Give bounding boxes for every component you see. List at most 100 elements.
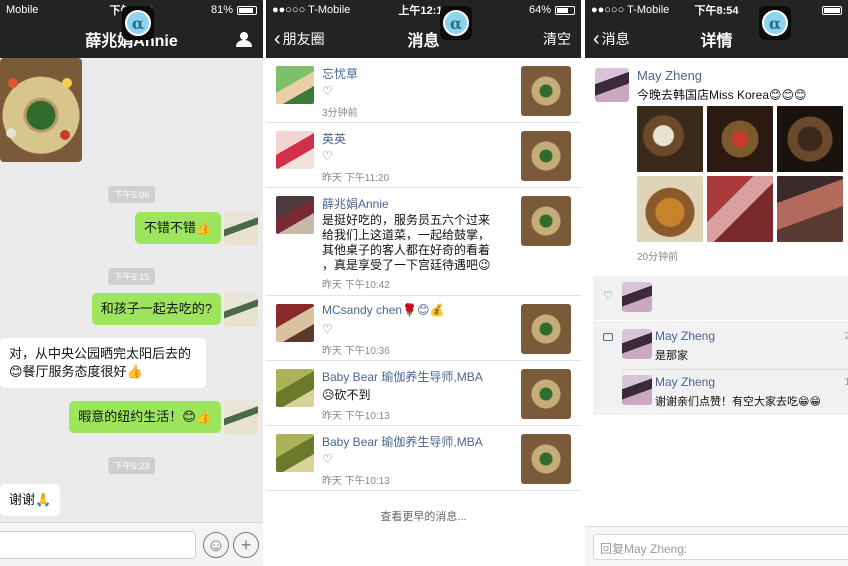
sender-name: Baby Bear 瑜伽养生导师,MBA xyxy=(322,435,483,449)
sender-name: Baby Bear 瑜伽养生导师,MBA xyxy=(322,370,483,384)
photo-thumbnail[interactable] xyxy=(777,176,843,242)
photo-thumbnail[interactable] xyxy=(637,106,703,172)
list-item[interactable]: 忘忧草 ♡ 3分钟前 xyxy=(266,58,581,123)
post-text: 今晚去韩国店Miss Korea😊😊😊 xyxy=(637,88,807,102)
detail-nav-bar: ‹ 消息 详情 xyxy=(585,20,848,58)
list-item[interactable]: Baby Bear 瑜伽养生导师,MBA ♡ 昨天 下午10:13 xyxy=(266,426,581,491)
message-line: 其他桌子的客人都在好奇的看着 xyxy=(322,243,491,257)
message-line: 是挺好吃的，服务员五六个过来 xyxy=(322,213,491,227)
comment-text: 是那家 xyxy=(655,350,688,362)
messages-nav-bar: ‹ 朋友圈 消息 清空 xyxy=(266,20,581,58)
avatar[interactable] xyxy=(224,293,258,327)
sender-name: 英英 xyxy=(322,132,347,146)
food-thumbnail xyxy=(521,369,571,419)
message-time: 昨天 下午10:13 xyxy=(322,411,390,422)
food-thumbnail xyxy=(521,304,571,354)
reply-input[interactable]: 回复May Zheng: xyxy=(593,534,848,560)
avatar[interactable] xyxy=(622,329,652,359)
avatar[interactable] xyxy=(622,375,652,405)
message-time: 昨天 下午10:36 xyxy=(322,346,390,357)
message-bubble-out[interactable]: 暇意的纽约生活！😊👍 xyxy=(69,401,221,433)
heart-icon: ♡ xyxy=(322,452,333,466)
battery-icon xyxy=(237,5,257,15)
comment-divider xyxy=(622,369,848,370)
message-text: 是挺好吃的，服务员五六个过来 给我们上这道菜，一起给鼓掌， 其他桌子的客人都在好… xyxy=(322,213,507,273)
heart-icon: ♡ xyxy=(603,290,613,302)
sender-name: MCsandy chen🌹😊💰 xyxy=(322,303,445,317)
plus-icon[interactable]: + xyxy=(233,532,259,558)
avatar xyxy=(276,131,314,169)
emoji-icon[interactable]: ☺ xyxy=(203,532,229,558)
load-more-link[interactable]: 查看更早的消息... xyxy=(266,508,581,524)
messages-title: 消息 xyxy=(407,33,440,50)
message-line: 给我们上这道菜，一起给鼓掌， xyxy=(322,228,491,242)
avatar[interactable] xyxy=(224,211,258,245)
avatar xyxy=(276,196,314,234)
food-thumbnail xyxy=(521,66,571,116)
sender-name: 薛兆娟Annie xyxy=(322,197,389,211)
photo-thumbnail[interactable] xyxy=(777,106,843,172)
messages-panel: ●●○○○ T-Mobile 上午12:12 64% ‹ 朋友圈 消息 清空 α… xyxy=(266,0,581,566)
chevron-left-icon: ‹ xyxy=(593,27,600,50)
battery-icon xyxy=(822,5,842,15)
alpha-badge-icon: α xyxy=(440,6,472,40)
food-thumbnail xyxy=(521,196,571,246)
time-stamp: 下午5:15 xyxy=(107,268,156,285)
list-item[interactable]: Baby Bear 瑜伽养生导师,MBA 😥砍不到 昨天 下午10:13 xyxy=(266,361,581,426)
message-time: 昨天 下午10:42 xyxy=(322,280,390,291)
chevron-left-icon: ‹ xyxy=(274,27,281,50)
commenter-name[interactable]: May Zheng xyxy=(655,329,715,343)
back-button[interactable]: ‹ 朋友圈 xyxy=(274,20,325,58)
status-bar: ●●○○○ T-Mobile 上午12:12 64% xyxy=(266,0,581,20)
back-label: 朋友圈 xyxy=(282,31,325,47)
comment-text: 谢谢亲们点赞！有空大家去吃😁😁 xyxy=(655,396,821,408)
battery-icon xyxy=(555,5,575,15)
battery-percent: 81% xyxy=(210,4,233,16)
avatar xyxy=(276,66,314,104)
back-button[interactable]: ‹ 消息 xyxy=(593,20,630,58)
avatar[interactable] xyxy=(224,400,258,434)
message-text: 😥砍不到 xyxy=(322,388,371,402)
comment-time: 2 xyxy=(844,331,848,342)
message-input[interactable] xyxy=(0,531,196,559)
photo-thumbnail[interactable] xyxy=(637,176,703,242)
avatar xyxy=(276,369,314,407)
alpha-badge-icon: α xyxy=(759,6,791,40)
avatar xyxy=(276,434,314,472)
photo-thumbnail[interactable] xyxy=(707,106,773,172)
profile-icon[interactable] xyxy=(235,20,253,58)
clear-button[interactable]: 清空 xyxy=(543,20,571,58)
poster-name[interactable]: May Zheng xyxy=(637,68,702,83)
message-bubble-out[interactable]: 不错不错👍 xyxy=(134,212,221,244)
reply-bar: 回复May Zheng: xyxy=(585,526,848,566)
photo-thumbnail[interactable] xyxy=(707,176,773,242)
likes-box: ♡ xyxy=(593,276,848,320)
avatar xyxy=(276,304,314,342)
avatar[interactable] xyxy=(595,68,629,102)
heart-icon: ♡ xyxy=(322,149,333,163)
food-photo[interactable] xyxy=(0,58,82,162)
message-bubble-in[interactable]: 对，从中央公园晒完太阳后去的 😊餐厅服务态度很好👍 xyxy=(0,338,206,388)
message-bubble-out[interactable]: 和孩子一起去吃的? xyxy=(91,293,221,325)
avatar[interactable] xyxy=(622,282,652,312)
detail-title: 详情 xyxy=(700,33,733,50)
time-stamp: 下午5:06 xyxy=(107,186,156,203)
comment-time: 1 xyxy=(844,377,848,388)
commenter-name[interactable]: May Zheng xyxy=(655,375,715,389)
chat-input-bar: ☺ + xyxy=(0,522,263,566)
photo-grid xyxy=(637,106,845,242)
list-item[interactable]: MCsandy chen🌹😊💰 ♡ 昨天 下午10:36 xyxy=(266,296,581,361)
food-thumbnail xyxy=(521,434,571,484)
comments-box: May Zheng 是那家 2 May Zheng 谢谢亲们点赞！有空大家去吃😁… xyxy=(593,321,848,415)
message-time: 昨天 下午10:13 xyxy=(322,476,390,487)
heart-icon: ♡ xyxy=(322,322,333,336)
time-stamp: 下午5:23 xyxy=(107,457,156,474)
heart-icon: ♡ xyxy=(322,84,333,98)
detail-panel: ●●○○○ T-Mobile 下午8:54 ‹ 消息 详情 α May Zhen… xyxy=(585,0,848,566)
message-line: ，真是享受了一下宫廷待遇吧😉 xyxy=(322,258,491,272)
message-bubble-in[interactable]: 谢谢🙏 xyxy=(0,484,61,516)
list-item[interactable]: 英英 ♡ 昨天 下午11:20 xyxy=(266,123,581,188)
list-item[interactable]: 薛兆娟Annie 是挺好吃的，服务员五六个过来 给我们上这道菜，一起给鼓掌， 其… xyxy=(266,188,581,296)
status-bar: ●●○○○ T-Mobile 下午8:54 xyxy=(585,0,848,20)
sender-name: 忘忧草 xyxy=(322,67,359,81)
